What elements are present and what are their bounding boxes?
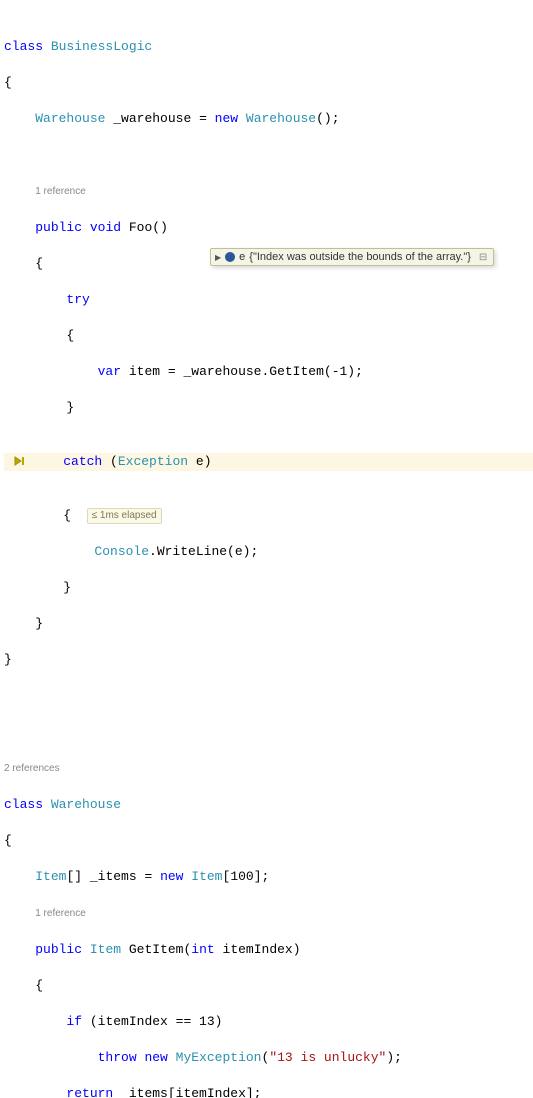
call-getitem: _warehouse.GetItem(-1); (183, 364, 362, 379)
keyword-return: return (66, 1086, 113, 1098)
var-item: item (129, 364, 160, 379)
keyword-throw: throw (98, 1050, 137, 1065)
if-condition: (itemIndex == 13) (90, 1014, 223, 1029)
variable-icon (225, 252, 235, 262)
ctor-item: Item (191, 869, 222, 884)
type-businesslogic: BusinessLogic (51, 39, 152, 54)
field-warehouse: _warehouse (113, 111, 191, 126)
method-getitem: GetItem (129, 942, 184, 957)
code-editor[interactable]: class BusinessLogic { Warehouse _warehou… (0, 0, 533, 1098)
call-writeline: .WriteLine(e); (149, 544, 258, 559)
keyword-if: if (66, 1014, 82, 1029)
num-100: 100 (230, 869, 253, 884)
type-item: Item (35, 869, 66, 884)
keyword-new: new (160, 869, 183, 884)
expand-arrow-icon[interactable]: ▶ (215, 253, 221, 262)
datatip-value: {"Index was outside the bounds of the ar… (249, 251, 471, 263)
keyword-new: new (215, 111, 238, 126)
keyword-int: int (191, 942, 214, 957)
return-type-item: Item (90, 942, 121, 957)
catch-var-e[interactable]: e (196, 454, 204, 469)
codelens-ref[interactable]: 1 reference (35, 908, 86, 919)
type-myexception: MyException (176, 1050, 262, 1065)
codelens-ref[interactable]: 1 reference (35, 186, 86, 197)
keyword-class: class (4, 39, 51, 54)
param-itemindex: itemIndex (223, 942, 293, 957)
ctor-warehouse: Warehouse (246, 111, 316, 126)
keyword-new: new (144, 1050, 167, 1065)
keyword-catch: catch (63, 454, 102, 469)
keyword-void: void (90, 220, 121, 235)
return-expr: _items[itemIndex]; (121, 1086, 261, 1098)
keyword-var: var (98, 364, 121, 379)
field-items: _items (90, 869, 137, 884)
keyword-public: public (35, 942, 82, 957)
execution-pointer-icon (2, 455, 30, 473)
brace-open: { (4, 75, 12, 90)
keyword-public: public (35, 220, 82, 235)
current-execution-line: catch (Exception e) (4, 453, 533, 471)
type-warehouse-decl: Warehouse (51, 797, 121, 812)
perf-elapsed-badge[interactable]: ≤ 1ms elapsed (87, 508, 162, 524)
keyword-class: class (4, 797, 51, 812)
string-literal: "13 is unlucky" (269, 1050, 386, 1065)
type-warehouse: Warehouse (35, 111, 105, 126)
datatip-variable: e (239, 251, 245, 263)
type-console: Console (94, 544, 149, 559)
keyword-try: try (66, 292, 89, 307)
type-exception: Exception (118, 454, 188, 469)
method-foo: Foo (129, 220, 152, 235)
pin-icon[interactable]: ⊟ (479, 252, 487, 263)
debug-datatip[interactable]: ▶ e {"Index was outside the bounds of th… (210, 248, 494, 266)
codelens-ref[interactable]: 2 references (4, 763, 60, 774)
